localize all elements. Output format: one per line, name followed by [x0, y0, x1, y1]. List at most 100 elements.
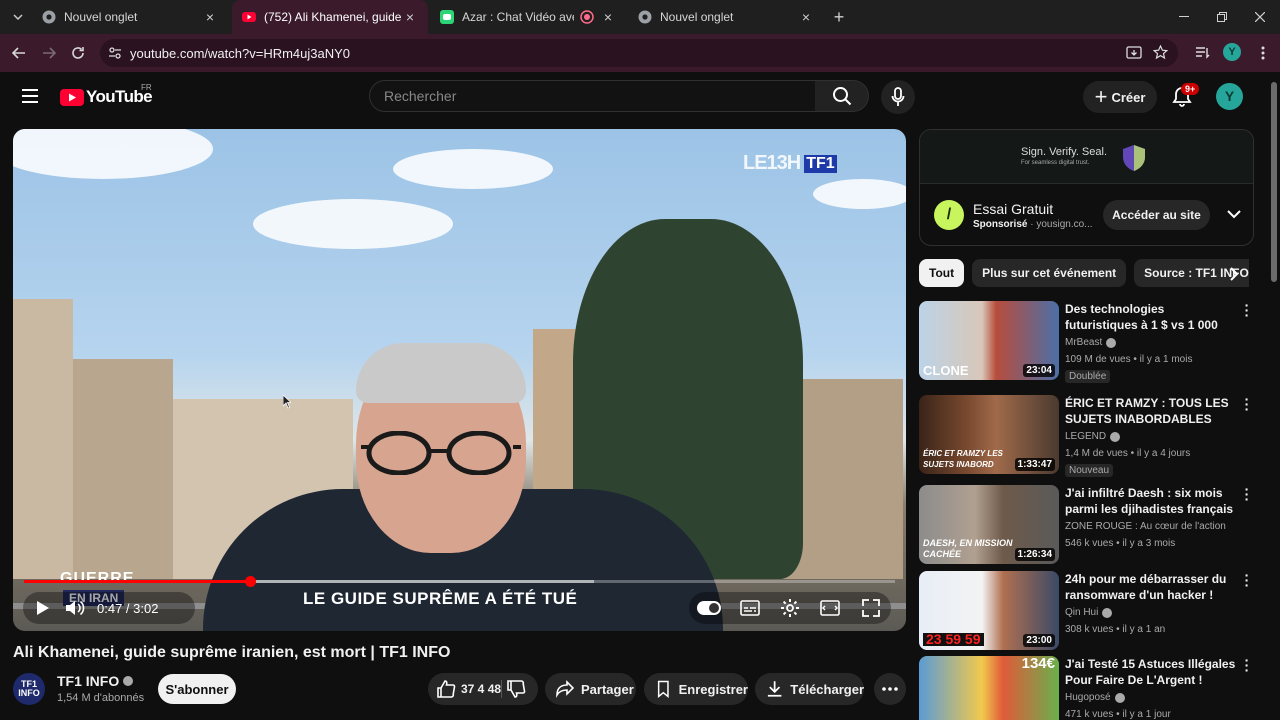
- related-title[interactable]: Des technologies futuristiques à 1 $ vs …: [1065, 301, 1237, 335]
- thumbnail-caption: DAESH, EN MISSION CACHÉE: [923, 538, 1013, 559]
- reload-icon[interactable]: [67, 42, 89, 64]
- chevron-down-icon[interactable]: [1225, 205, 1243, 223]
- channel-name-row[interactable]: TF1 INFO: [57, 673, 134, 689]
- time-display: 0:47 / 3:02: [97, 600, 159, 616]
- forward-arrow-icon[interactable]: [38, 42, 60, 64]
- player-left-controls: 0:47 / 3:02: [23, 592, 195, 624]
- scrollbar-thumb[interactable]: [1271, 82, 1277, 282]
- video-thumbnail[interactable]: CLONE 23:04: [919, 301, 1059, 380]
- related-title[interactable]: J'ai infiltré Daesh : six mois parmi les…: [1065, 485, 1237, 517]
- back-arrow-icon[interactable]: [8, 42, 30, 64]
- related-title[interactable]: ÉRIC ET RAMZY : TOUS LES SUJETS INABORDA…: [1065, 395, 1237, 429]
- browser-menu-icon[interactable]: [1253, 43, 1273, 63]
- related-title[interactable]: 24h pour me débarrasser du ransomware d'…: [1065, 571, 1237, 603]
- play-button[interactable]: [27, 592, 59, 624]
- like-count: 37 4 48: [461, 682, 502, 696]
- tab-search-icon[interactable]: [6, 6, 30, 28]
- verified-icon: [1106, 337, 1117, 348]
- progress-bar[interactable]: [24, 576, 895, 587]
- more-vert-icon[interactable]: · · ·: [1241, 392, 1253, 416]
- search-button[interactable]: [815, 80, 869, 112]
- dislike-button[interactable]: [506, 679, 526, 699]
- close-tab-icon[interactable]: ×: [202, 9, 218, 25]
- site-info-icon[interactable]: [108, 46, 122, 60]
- voice-search-button[interactable]: [881, 80, 915, 114]
- network-name: TF1: [804, 154, 837, 173]
- address-bar[interactable]: youtube.com/watch?v=HRm4uj3aNY0: [100, 39, 1178, 67]
- related-video[interactable]: 23 59 59 23:00 24h pour me débarrasser d…: [919, 568, 1254, 651]
- channel-avatar[interactable]: TF1 INFO: [13, 673, 45, 705]
- related-video[interactable]: CLONE 23:04 Des technologies futuristiqu…: [919, 298, 1254, 383]
- save-button[interactable]: Enregistrer: [644, 673, 748, 705]
- related-channel[interactable]: MrBeast: [1065, 337, 1102, 348]
- browser-tab[interactable]: Nouvel onglet ×: [628, 0, 824, 34]
- chip-all[interactable]: Tout: [919, 259, 965, 287]
- video-thumbnail[interactable]: DAESH, EN MISSION CACHÉE 1:26:34: [919, 485, 1059, 564]
- related-channel[interactable]: ZONE ROUGE : Au cœur de l'action: [1065, 521, 1226, 532]
- chevron-right-icon[interactable]: [1226, 266, 1242, 282]
- new-tab-button[interactable]: +: [830, 8, 848, 26]
- video-thumbnail[interactable]: 134€: [919, 656, 1059, 720]
- browser-tab[interactable]: Azar : Chat Vidéo avec de nouveaux ×: [430, 0, 626, 34]
- video-thumbnail[interactable]: 23 59 59 23:00: [919, 571, 1059, 650]
- page-scrollbar[interactable]: [1268, 72, 1280, 720]
- subtitles-button[interactable]: [738, 596, 762, 620]
- subscribe-button[interactable]: S'abonner: [158, 674, 236, 704]
- autoplay-toggle[interactable]: [697, 596, 722, 620]
- more-actions-button[interactable]: [874, 673, 906, 705]
- video-duration: 1:26:34: [1014, 548, 1055, 561]
- reading-list-icon[interactable]: [1193, 43, 1213, 63]
- share-button[interactable]: Partager: [545, 673, 636, 705]
- related-channel[interactable]: LEGEND: [1065, 431, 1106, 442]
- channel-name[interactable]: TF1 INFO: [57, 673, 119, 689]
- download-icon: [767, 681, 782, 697]
- azar-favicon-icon: [440, 10, 454, 24]
- video-player[interactable]: LE13H TF1 GUERRE EN IRAN LE GUIDE SUPRÊM…: [13, 129, 906, 631]
- close-tab-icon[interactable]: ×: [600, 9, 616, 25]
- browser-tab[interactable]: Nouvel onglet ×: [32, 0, 228, 34]
- account-avatar[interactable]: Y: [1216, 83, 1243, 110]
- minimize-icon[interactable]: [1164, 0, 1204, 34]
- menu-icon[interactable]: [20, 86, 40, 106]
- search-input[interactable]: [384, 88, 784, 104]
- youtube-logo[interactable]: YouTube FR: [60, 83, 153, 107]
- bookmark-star-icon[interactable]: [1153, 45, 1168, 60]
- video-thumbnail[interactable]: ÉRIC ET RAMZY LES SUJETS INABORD 1:33:47: [919, 395, 1059, 474]
- install-app-icon[interactable]: [1126, 46, 1142, 60]
- more-vert-icon[interactable]: · · ·: [1241, 298, 1253, 322]
- settings-button[interactable]: [778, 596, 802, 620]
- create-label: Créer: [1111, 89, 1146, 105]
- related-title[interactable]: J'ai Testé 15 Astuces Illégales Pour Fai…: [1065, 656, 1237, 688]
- related-video[interactable]: ÉRIC ET RAMZY LES SUJETS INABORD 1:33:47…: [919, 392, 1254, 477]
- restore-icon[interactable]: [1202, 0, 1242, 34]
- close-window-icon[interactable]: [1240, 0, 1280, 34]
- sponsored-ad-card[interactable]: Sign. Verify. Seal. For seamless digital…: [919, 129, 1254, 246]
- related-channel[interactable]: Qin Hui: [1065, 607, 1098, 618]
- volume-button[interactable]: [59, 592, 91, 624]
- chip-event[interactable]: Plus sur cet événement: [972, 259, 1127, 287]
- more-vert-icon[interactable]: · · ·: [1241, 482, 1253, 506]
- more-vert-icon[interactable]: · · ·: [1241, 656, 1253, 677]
- video-scene: [253, 199, 453, 249]
- close-tab-icon[interactable]: ×: [798, 9, 814, 25]
- fullscreen-button[interactable]: [859, 596, 883, 620]
- broadcast-logo: LE13H TF1: [743, 152, 837, 175]
- related-channel[interactable]: Hugoposé: [1065, 692, 1111, 703]
- like-button[interactable]: [436, 679, 456, 699]
- youtube-header: YouTube FR + Créer 9+ Y: [0, 72, 1266, 122]
- plus-icon: +: [1094, 84, 1108, 109]
- download-button[interactable]: Télécharger: [755, 673, 864, 705]
- visit-site-button[interactable]: Accéder au site: [1103, 200, 1210, 230]
- browser-tab-active[interactable]: (752) Ali Khamenei, guide suprême ×: [232, 0, 428, 34]
- tab-title: Nouvel onglet: [660, 10, 734, 24]
- close-tab-icon[interactable]: ×: [402, 9, 418, 25]
- youtube-favicon-icon: [242, 12, 256, 22]
- related-video[interactable]: 134€ J'ai Testé 15 Astuces Illégales Pou…: [919, 656, 1254, 720]
- browser-profile-avatar[interactable]: Y: [1223, 43, 1241, 61]
- related-video[interactable]: DAESH, EN MISSION CACHÉE 1:26:34 J'ai in…: [919, 482, 1254, 565]
- create-button[interactable]: + Créer: [1083, 81, 1157, 113]
- more-vert-icon[interactable]: · · ·: [1241, 568, 1253, 592]
- theater-mode-button[interactable]: [818, 596, 842, 620]
- ad-banner[interactable]: Sign. Verify. Seal. For seamless digital…: [920, 130, 1253, 184]
- ad-title[interactable]: Essai Gratuit: [973, 201, 1053, 217]
